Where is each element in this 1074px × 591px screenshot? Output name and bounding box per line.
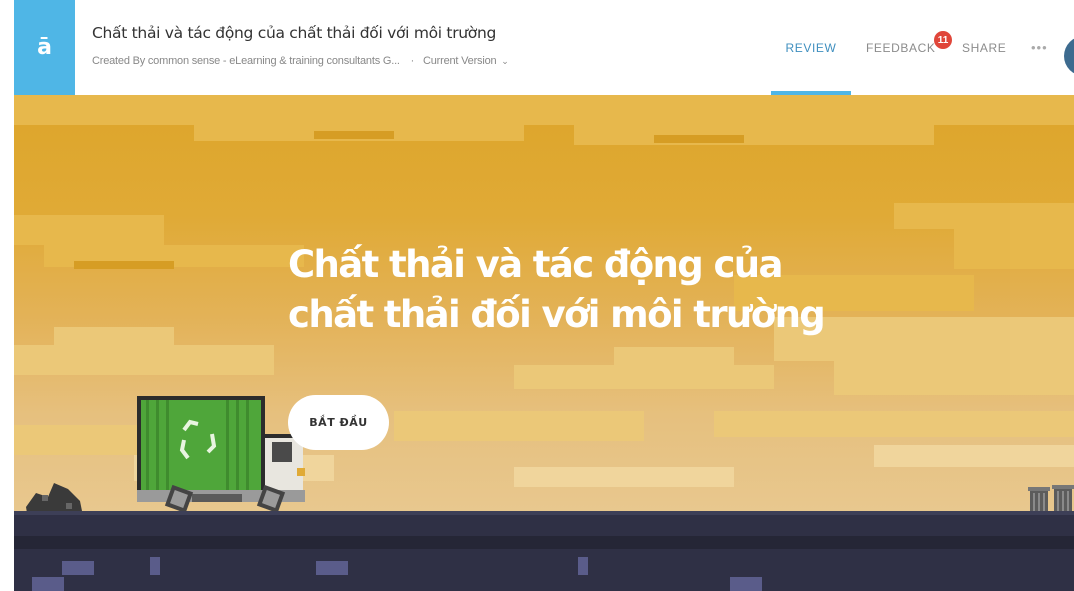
course-title: Chất thải và tác động của chất thải đối …: [92, 24, 497, 42]
rise-logo-icon: ā: [37, 35, 52, 60]
meta-separator: ·: [410, 55, 415, 67]
hero-banner: Chất thải và tác động của chất thải đối …: [14, 95, 1074, 591]
feedback-count-badge: 11: [934, 31, 952, 49]
tab-review-label: REVIEW: [785, 40, 837, 55]
garbage-truck-illustration: [137, 396, 305, 514]
hero-title: Chất thải và tác động của chất thải đối …: [288, 243, 826, 336]
top-bar: ā Chất thải và tác động của chất thải đố…: [0, 0, 1074, 95]
app-logo[interactable]: ā: [14, 0, 75, 95]
version-label: Current Version: [422, 55, 497, 67]
tab-share[interactable]: SHARE: [962, 0, 1006, 95]
more-menu-button[interactable]: •••: [1031, 0, 1048, 95]
course-meta: Created By common sense - eLearning & tr…: [92, 55, 509, 67]
version-dropdown[interactable]: Current Version ⌄: [423, 55, 509, 67]
tab-share-label: SHARE: [962, 40, 1007, 55]
more-dots-icon: •••: [1031, 40, 1048, 55]
course-info: Chất thải và tác động của chất thải đối …: [92, 24, 509, 67]
chevron-down-icon: ⌄: [501, 56, 509, 66]
tab-feedback-label: FEEDBACK: [866, 40, 936, 55]
avatar[interactable]: [1064, 36, 1074, 76]
road-markings: [32, 557, 762, 591]
road-shadow: [14, 536, 1074, 549]
tab-feedback[interactable]: FEEDBACK: [866, 0, 935, 95]
tab-review[interactable]: REVIEW: [771, 0, 851, 95]
start-button[interactable]: BẮT ĐẦU: [288, 395, 389, 450]
created-by-text: Created By common sense - eLearning & tr…: [92, 55, 400, 67]
